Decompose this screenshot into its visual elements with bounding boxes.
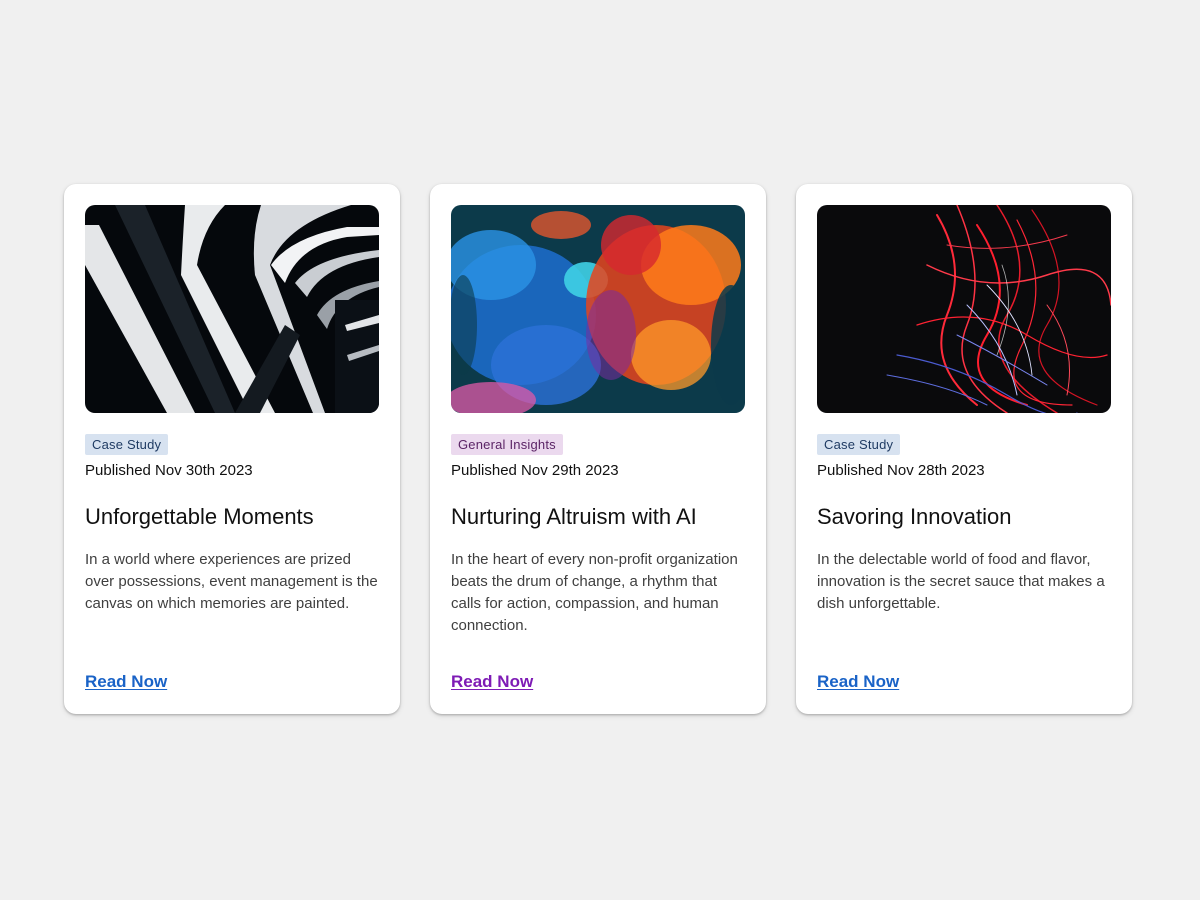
article-image[interactable] bbox=[85, 205, 379, 413]
ink-cloud-image bbox=[451, 205, 745, 413]
card-title: Savoring Innovation bbox=[817, 504, 1012, 529]
article-image[interactable] bbox=[817, 205, 1111, 413]
category-tag: Case Study bbox=[85, 434, 169, 455]
read-now-link[interactable]: Read Now bbox=[817, 672, 899, 692]
article-card[interactable]: Case Study Published Nov 30th 2023 Unfor… bbox=[64, 184, 400, 714]
card-description: In a world where experiences are prized … bbox=[85, 551, 378, 612]
read-now-link[interactable]: Read Now bbox=[451, 672, 533, 692]
card-description: In the heart of every non-profit organiz… bbox=[451, 551, 738, 634]
read-now-link[interactable]: Read Now bbox=[85, 672, 167, 692]
card-title: Unforgettable Moments bbox=[85, 504, 314, 529]
publish-date: Published Nov 30th 2023 bbox=[85, 462, 253, 479]
article-card[interactable]: General Insights Published Nov 29th 2023… bbox=[430, 184, 766, 714]
category-tag: Case Study bbox=[817, 434, 901, 455]
article-card[interactable]: Case Study Published Nov 28th 2023 Savor… bbox=[796, 184, 1132, 714]
abstract-architecture-image bbox=[85, 205, 379, 413]
publish-date: Published Nov 28th 2023 bbox=[817, 462, 985, 479]
article-image[interactable] bbox=[451, 205, 745, 413]
card-grid: Case Study Published Nov 30th 2023 Unfor… bbox=[64, 184, 1132, 714]
publish-date: Published Nov 29th 2023 bbox=[451, 462, 619, 479]
card-title: Nurturing Altruism with AI bbox=[451, 504, 697, 529]
light-streaks-image bbox=[817, 205, 1111, 413]
category-tag: General Insights bbox=[451, 434, 563, 455]
card-description: In the delectable world of food and flav… bbox=[817, 551, 1105, 612]
